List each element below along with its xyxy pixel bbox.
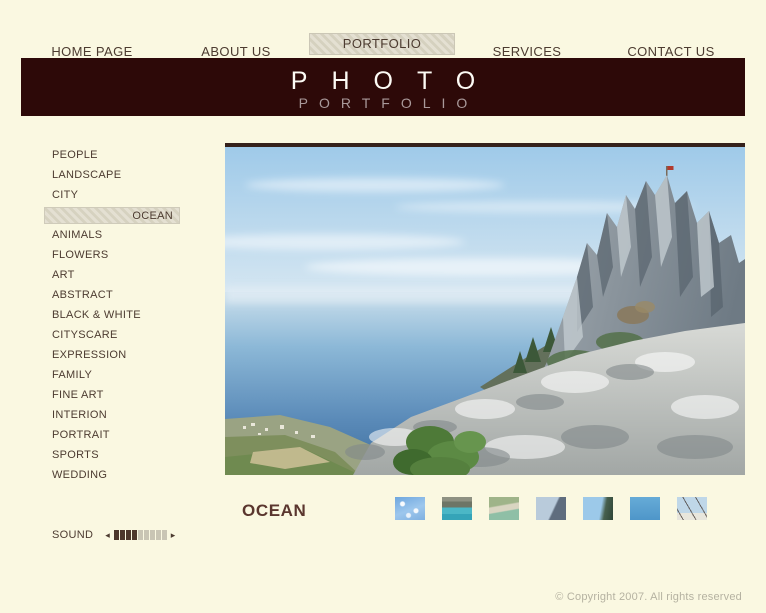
- volume-bar-segment[interactable]: [161, 530, 167, 540]
- sidebar-item-abstract[interactable]: ABSTRACT: [44, 285, 180, 305]
- category-sidebar: PEOPLE LANDSCAPE CITY OCEAN ANIMALS FLOW…: [44, 145, 180, 485]
- sidebar-item-sports[interactable]: SPORTS: [44, 445, 180, 465]
- thumbnail-rocky-pier[interactable]: [442, 497, 472, 520]
- sidebar-item-black-white[interactable]: BLACK & WHITE: [44, 305, 180, 325]
- sidebar-item-interion[interactable]: INTERION: [44, 405, 180, 425]
- nav-item-contact-us[interactable]: CONTACT US: [627, 44, 714, 59]
- volume-down-icon[interactable]: ◂: [105, 529, 110, 541]
- thumbnail-open-blue-sea[interactable]: [630, 497, 660, 520]
- nav-item-portfolio[interactable]: PORTFOLIO: [309, 33, 455, 55]
- nav-item-services[interactable]: SERVICES: [493, 44, 562, 59]
- thumbnail-sailboat-rigging[interactable]: [677, 497, 707, 520]
- sidebar-item-family[interactable]: FAMILY: [44, 365, 180, 385]
- thumbnail-cliff-trees-sky[interactable]: [583, 497, 613, 520]
- nav-item-about-us[interactable]: ABOUT US: [201, 44, 270, 59]
- volume-bar-segment[interactable]: [131, 530, 137, 540]
- sidebar-item-animals[interactable]: ANIMALS: [44, 225, 180, 245]
- sidebar-item-cityscare[interactable]: CITYSCARE: [44, 325, 180, 345]
- page-root: HOME PAGE ABOUT US PORTFOLIO SERVICES CO…: [0, 0, 766, 613]
- volume-bar-segment[interactable]: [149, 530, 155, 540]
- thumbnail-coastal-rocks-clouds[interactable]: [536, 497, 566, 520]
- sidebar-item-people[interactable]: PEOPLE: [44, 145, 180, 165]
- sidebar-item-portrait[interactable]: PORTRAIT: [44, 425, 180, 445]
- sidebar-item-art[interactable]: ART: [44, 265, 180, 285]
- ocean-landscape-photo: [225, 147, 745, 475]
- sidebar-item-ocean[interactable]: OCEAN: [44, 207, 180, 224]
- volume-bar-segment[interactable]: [155, 530, 161, 540]
- main-photo: [225, 143, 745, 475]
- thumbnail-beach-shore[interactable]: [489, 497, 519, 520]
- sound-label: SOUND: [52, 529, 94, 541]
- sidebar-item-flowers[interactable]: FLOWERS: [44, 245, 180, 265]
- volume-bar-segment[interactable]: [113, 530, 119, 540]
- volume-bars[interactable]: [113, 530, 167, 540]
- sidebar-item-landscape[interactable]: LANDSCAPE: [44, 165, 180, 185]
- sidebar-item-fine-art[interactable]: FINE ART: [44, 385, 180, 405]
- copyright-text: © Copyright 2007. All rights reserved: [555, 591, 742, 603]
- volume-bar-segment[interactable]: [137, 530, 143, 540]
- header-band: PHOTO PORTFOLIO: [21, 58, 745, 116]
- thumbnail-sparkling-water[interactable]: [395, 497, 425, 520]
- sidebar-item-city[interactable]: CITY: [44, 185, 180, 205]
- sidebar-item-expression[interactable]: EXPRESSION: [44, 345, 180, 365]
- site-subtitle: PORTFOLIO: [298, 95, 479, 111]
- sidebar-item-wedding[interactable]: WEDDING: [44, 465, 180, 485]
- volume-bar-segment[interactable]: [125, 530, 131, 540]
- site-title: PHOTO: [290, 67, 500, 95]
- sound-control: SOUND ◂ ▸: [52, 529, 175, 541]
- volume-up-icon[interactable]: ▸: [171, 529, 176, 541]
- volume-bar-segment[interactable]: [119, 530, 125, 540]
- thumbnail-strip: [395, 497, 707, 520]
- category-title: OCEAN: [242, 501, 307, 520]
- volume-bar-segment[interactable]: [143, 530, 149, 540]
- nav-item-home-page[interactable]: HOME PAGE: [51, 44, 132, 59]
